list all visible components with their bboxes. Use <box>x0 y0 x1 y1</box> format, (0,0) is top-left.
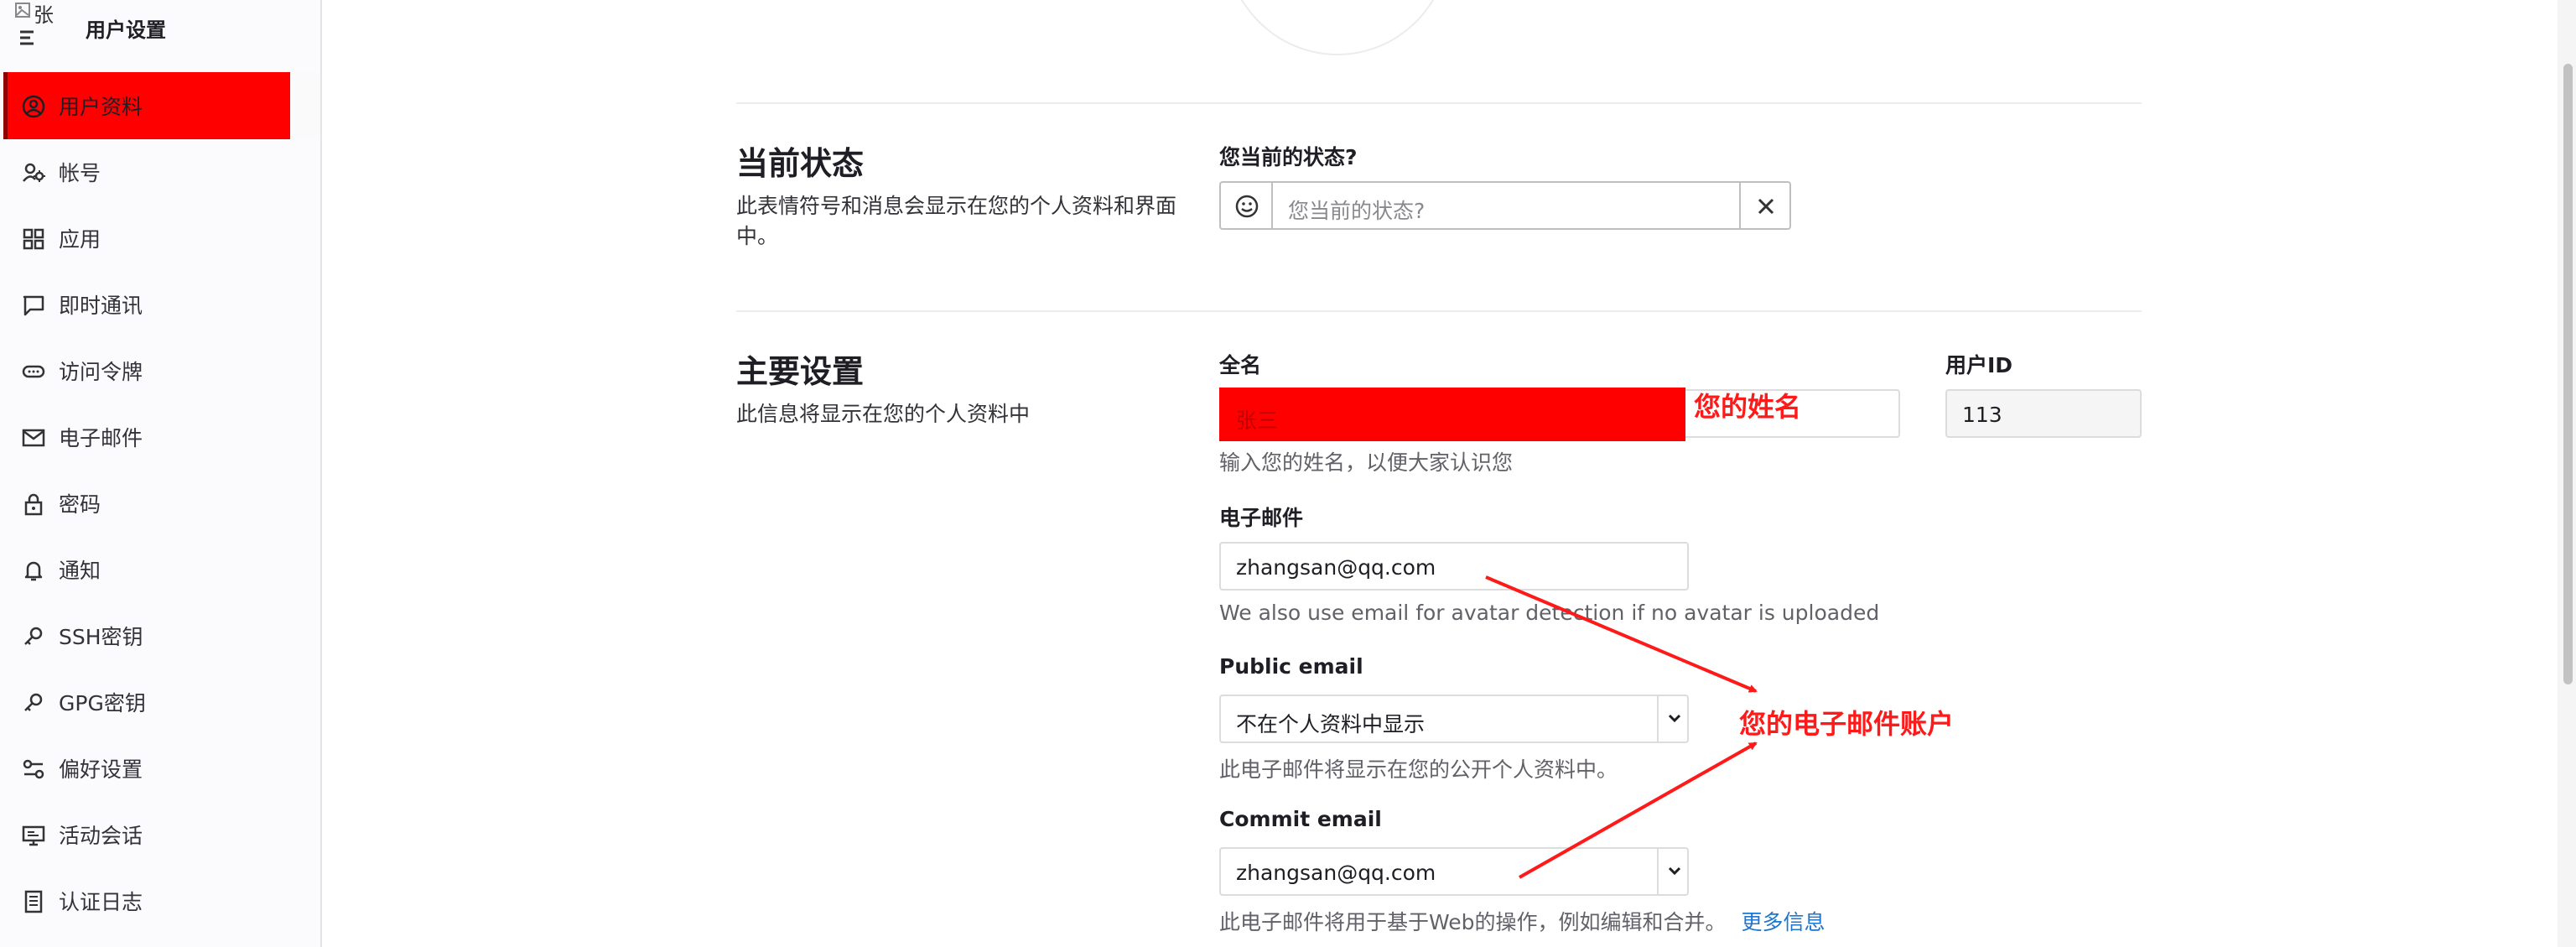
scrollbar-thumb[interactable] <box>2563 64 2573 684</box>
arrow-email-to-note <box>1485 575 1758 693</box>
arrow-commit-to-note <box>1519 741 1758 879</box>
annotation-arrows <box>1485 575 1758 879</box>
page-scrollbar[interactable] <box>2558 0 2576 947</box>
